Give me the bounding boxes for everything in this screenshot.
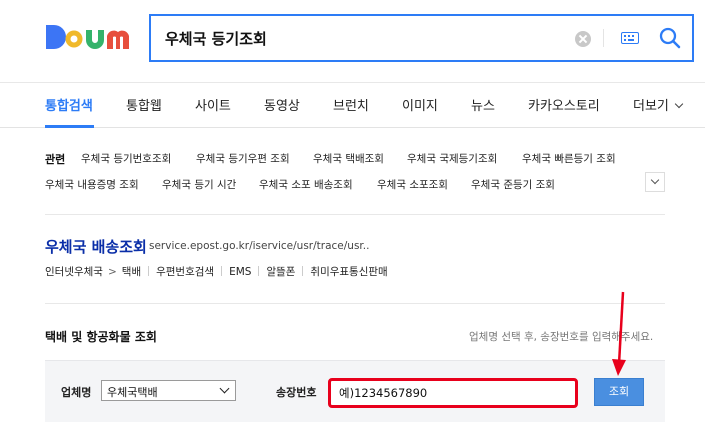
tracking-form: 업체명 우체국택배 송장번호 조회	[45, 360, 665, 422]
carrier-selected-value: 우체국택배	[107, 386, 158, 399]
header	[0, 0, 705, 82]
result-sublinks: 인터넷우체국 > 택배 우편번호검색 EMS 알뜰폰 취미우표통신판매	[45, 264, 388, 279]
active-tab-indicator	[45, 125, 94, 128]
tab-more-label: 더보기	[633, 99, 669, 114]
chevron-down-icon	[674, 99, 684, 109]
tab-web[interactable]: 통합웹	[126, 95, 162, 114]
sublink-divider	[302, 266, 304, 276]
related-item[interactable]: 우체국 소포조회	[377, 177, 448, 192]
sublink-divider	[221, 266, 223, 276]
related-item[interactable]: 우체국 빠른등기 조회	[522, 151, 616, 166]
related-item[interactable]: 우체국 등기우편 조회	[196, 151, 290, 166]
tab-video[interactable]: 동영상	[264, 95, 300, 114]
tab-kakaostory[interactable]: 카카오스토리	[528, 95, 600, 114]
sublink-stamps[interactable]: 취미우표통신판매	[310, 266, 387, 278]
related-expand-button[interactable]	[645, 172, 665, 192]
related-item[interactable]: 우체국 국제등기조회	[407, 151, 497, 166]
tab-image[interactable]: 이미지	[402, 95, 438, 114]
invoice-number-input[interactable]	[328, 378, 578, 408]
section-divider	[45, 214, 665, 215]
sublink-divider	[258, 266, 260, 276]
related-label: 관련	[45, 153, 66, 166]
related-searches: 관련 우체국 등기번호조회 우체국 등기우편 조회 우체국 택배조회 우체국 국…	[45, 148, 665, 204]
search-tabs: 통합검색 통합웹 사이트 동영상 브런치 이미지 뉴스 카카오스토리 더보기	[0, 82, 705, 128]
search-icon[interactable]	[657, 25, 683, 51]
related-item[interactable]: 우체국 소포 배송조회	[259, 177, 353, 192]
carrier-label: 업체명	[61, 386, 92, 399]
sublink-internet-post[interactable]: 인터넷우체국	[45, 266, 103, 278]
chevron-down-icon	[650, 175, 660, 185]
tab-site[interactable]: 사이트	[195, 95, 231, 114]
daum-logo[interactable]	[44, 22, 130, 52]
sublink-postcode[interactable]: 우편번호검색	[156, 266, 214, 278]
result-title-link[interactable]: 우체국 배송조회	[45, 236, 147, 257]
clear-icon[interactable]	[575, 31, 591, 47]
query-button[interactable]: 조회	[594, 378, 644, 406]
invoice-label: 송장번호	[276, 386, 317, 399]
related-item[interactable]: 우체국 등기번호조회	[81, 151, 171, 166]
tab-more[interactable]: 더보기	[633, 95, 684, 114]
tab-news[interactable]: 뉴스	[471, 95, 495, 114]
chevron-down-icon	[219, 383, 230, 394]
result-url: service.epost.go.kr/iservice/usr/trace/u…	[149, 240, 370, 252]
related-item[interactable]: 우체국 내용증명 조회	[45, 177, 139, 192]
search-box	[149, 14, 694, 62]
section-divider	[45, 303, 665, 304]
sublink-mvno[interactable]: 알뜰폰	[266, 266, 295, 278]
sublink-ems[interactable]: EMS	[229, 266, 251, 278]
breadcrumb-arrow: >	[107, 266, 117, 278]
tab-integrated[interactable]: 통합검색	[45, 95, 93, 114]
related-item[interactable]: 우체국 등기 시간	[162, 177, 236, 192]
related-item[interactable]: 우체국 택배조회	[313, 151, 384, 166]
search-divider	[603, 29, 604, 47]
search-input[interactable]	[165, 24, 565, 52]
tracking-title: 택배 및 항공화물 조회	[45, 330, 157, 344]
sublink-parcel[interactable]: 택배	[122, 266, 141, 278]
carrier-select[interactable]: 우체국택배	[101, 380, 236, 401]
related-item[interactable]: 우체국 준등기 조회	[471, 177, 555, 192]
tab-brunch[interactable]: 브런치	[333, 95, 369, 114]
sublink-divider	[148, 266, 150, 276]
tracking-hint: 업체명 선택 후, 송장번호를 입력해주세요.	[469, 331, 654, 343]
keyboard-icon[interactable]	[621, 32, 639, 44]
